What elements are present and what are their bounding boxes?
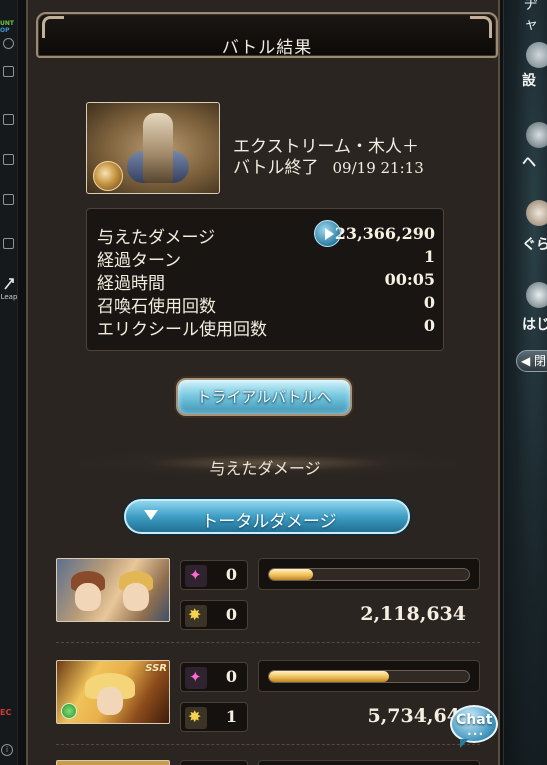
stat-label: 経過ターン (97, 251, 182, 271)
side-menu-beginner-label[interactable]: はじ (522, 314, 547, 334)
character-portrait-2[interactable]: SSR (56, 660, 170, 724)
total-damage-label: トータルダメージ (201, 512, 337, 532)
stat-label: エリクシール使用回数 (97, 320, 267, 340)
beginner-icon[interactable] (526, 282, 547, 308)
row-separator (56, 642, 480, 643)
total-damage-dropdown[interactable]: トータルダメージ (124, 499, 410, 534)
ability-count: 0 (225, 565, 237, 584)
ougi-counter: 1 (180, 702, 248, 732)
side-menu-settings-label[interactable]: 設 (522, 70, 536, 90)
damage-section-title: 与えたダメージ (209, 459, 321, 478)
character-portrait-1[interactable] (56, 558, 170, 622)
charge-gauge (258, 558, 480, 590)
ability-count: 0 (225, 667, 237, 686)
character-face (123, 583, 149, 611)
stat-row-elixirs: エリクシール使用回数 0 (97, 315, 435, 340)
left-op-label: OP (0, 27, 10, 34)
row-separator (56, 744, 480, 745)
leap-label: Leap (0, 293, 18, 301)
quest-figure (143, 113, 173, 183)
left-tool-icon-2[interactable] (3, 114, 14, 125)
vyrn-icon[interactable] (526, 200, 547, 226)
stat-label: 召喚石使用回数 (97, 297, 216, 317)
charge-gauge-fill (269, 569, 313, 580)
ec-label[interactable]: EC (0, 708, 11, 717)
character-damage: 5,734,64 (367, 705, 460, 727)
battle-end-time: 09/19 21:13 (332, 159, 424, 177)
stat-value: 23,366,290 (334, 224, 435, 243)
trial-battle-button[interactable]: トライアルバトルへ (176, 378, 352, 416)
ability-star-icon (185, 667, 207, 689)
stat-value: 0 (423, 293, 435, 312)
left-play-icon[interactable] (3, 194, 14, 205)
wind-element-icon (61, 703, 77, 719)
character-portrait-3[interactable] (56, 760, 170, 765)
ougi-burst-icon (185, 605, 207, 627)
character-face (97, 687, 123, 715)
ougi-count: 0 (225, 605, 237, 624)
side-menu-gbf-label[interactable]: ぐら (522, 234, 547, 254)
help-icon[interactable] (526, 122, 547, 148)
stats-box: 与えたダメージ 23,366,290 経過ターン 1 経過時間 00:05 召喚… (86, 208, 444, 351)
quest-thumbnail (86, 102, 220, 194)
left-edit-icon[interactable] (3, 154, 14, 165)
stat-value: 0 (423, 316, 435, 335)
header: バトル結果 (36, 12, 498, 58)
gear-icon[interactable] (526, 42, 547, 68)
character-face (75, 583, 101, 611)
left-unt-label: UNT (0, 20, 14, 27)
left-toolbar: UNT OP Leap EC i (0, 0, 18, 765)
stat-value: 1 (423, 247, 435, 266)
element-icon (93, 161, 123, 191)
battle-end-info: バトル終了 09/19 21:13 (233, 153, 424, 178)
ability-counter (180, 760, 248, 765)
stat-row-summons: 召喚石使用回数 0 (97, 292, 435, 317)
charge-gauge-fill (269, 671, 389, 682)
battle-end-label: バトル終了 (233, 158, 319, 178)
charge-gauge (258, 660, 480, 692)
ability-star-icon (185, 565, 207, 587)
stat-label: 与えたダメージ (97, 228, 216, 248)
stat-value: 00:05 (384, 270, 435, 289)
chat-dots: ••• (467, 730, 485, 739)
charge-gauge-track (268, 670, 470, 683)
ability-counter: 0 (180, 560, 248, 590)
stat-row-time: 経過時間 00:05 (97, 269, 435, 294)
ssr-badge: SSR (145, 663, 167, 674)
side-menu-top-text: ヂャ (524, 0, 538, 33)
info-icon[interactable]: i (1, 744, 13, 756)
right-side-menu: ヂャ 設 ヘ ぐら はじ ◀ 閉 (503, 0, 547, 765)
charge-gauge-track (268, 568, 470, 581)
left-record-icon[interactable] (3, 238, 14, 249)
chat-button[interactable]: Chat ••• (450, 705, 500, 749)
battle-result-panel: バトル結果 エクストリーム・木人＋ バトル終了 09/19 21:13 与えたダメ… (26, 0, 500, 765)
ougi-burst-icon (185, 707, 207, 729)
stat-label: 経過時間 (97, 274, 165, 294)
stat-row-damage: 与えたダメージ 23,366,290 (97, 220, 435, 248)
ougi-count: 1 (225, 707, 237, 726)
page-title: バトル結果 (221, 38, 313, 58)
charge-gauge (258, 760, 480, 765)
leap-icon[interactable] (4, 278, 14, 290)
ougi-counter: 0 (180, 600, 248, 630)
left-tool-icon-1[interactable] (3, 66, 14, 77)
left-clock-icon[interactable] (3, 38, 14, 49)
ability-counter: 0 (180, 662, 248, 692)
stat-row-turns: 経過ターン 1 (97, 246, 435, 271)
chat-label: Chat (456, 712, 493, 728)
side-menu-help-label[interactable]: ヘ (522, 152, 536, 172)
side-menu-close-button[interactable]: ◀ 閉 (516, 350, 547, 372)
character-damage: 2,118,634 (360, 603, 466, 625)
